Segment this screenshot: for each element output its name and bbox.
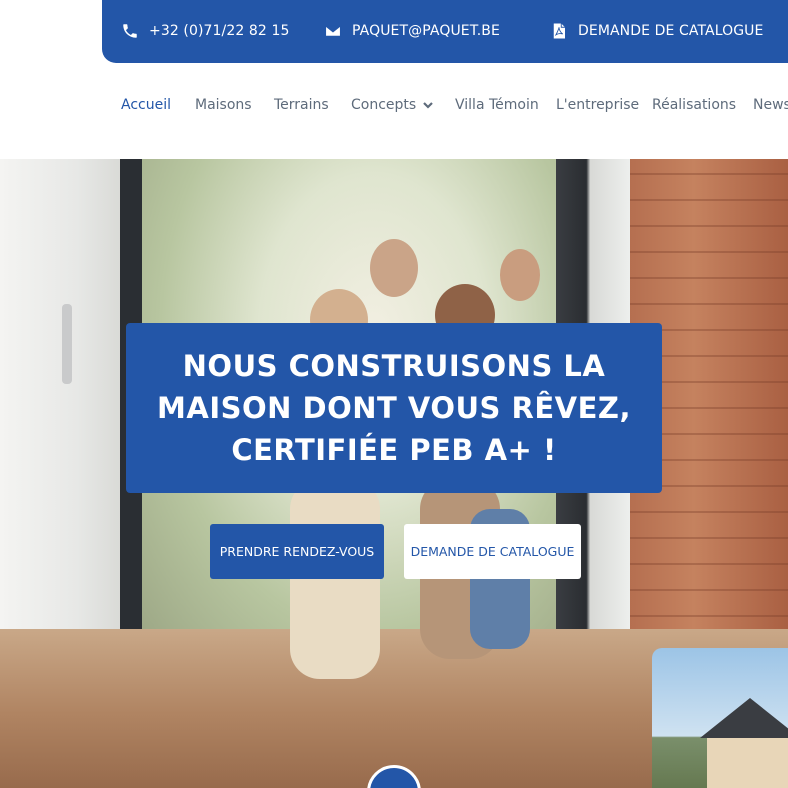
phone-number: +32 (0)71/22 82 15 <box>149 23 290 39</box>
nav-item-villa-temoin[interactable]: Villa Témoin <box>455 97 539 113</box>
hero-headline-box: NOUS CONSTRUISONS LA MAISON DONT VOUS RÊ… <box>126 323 662 493</box>
nav-label: Maisons <box>195 97 252 113</box>
phone-link[interactable]: +32 (0)71/22 82 15 <box>121 22 290 40</box>
nav-item-entreprise[interactable]: L'entreprise <box>556 97 639 113</box>
catalog-label: DEMANDE DE CATALOGUE <box>578 23 764 39</box>
nav-item-terrains[interactable]: Terrains <box>274 97 329 113</box>
envelope-icon <box>324 25 342 37</box>
nav-item-realisations[interactable]: Réalisations <box>652 97 736 113</box>
nav-item-news[interactable]: News <box>753 97 788 113</box>
headline-line: CERTIFIÉE PEB A+ ! <box>231 433 557 467</box>
nav-label: Concepts <box>351 97 417 113</box>
hero-section: NOUS CONSTRUISONS LA MAISON DONT VOUS RÊ… <box>0 159 788 788</box>
headline-line: NOUS CONSTRUISONS LA <box>182 349 606 383</box>
nav-label: Accueil <box>121 97 171 113</box>
headline-line: MAISON DONT VOUS RÊVEZ, <box>157 391 631 425</box>
nav-item-accueil[interactable]: Accueil <box>121 97 171 113</box>
house-roof <box>700 698 788 738</box>
phone-icon <box>123 24 137 38</box>
catalog-request-button[interactable]: DEMANDE DE CATALOGUE <box>404 524 581 579</box>
door-handle <box>62 304 72 384</box>
catalog-link[interactable]: DEMANDE DE CATALOGUE <box>550 22 763 40</box>
house-thumbnail-image[interactable] <box>652 648 788 788</box>
email-address: PAQUET@PAQUET.BE <box>352 23 500 39</box>
email-link[interactable]: PAQUET@PAQUET.BE <box>324 22 500 40</box>
nav-label: Terrains <box>274 97 329 113</box>
house-wall <box>707 738 788 788</box>
contact-bar: +32 (0)71/22 82 15 PAQUET@PAQUET.BE DEMA… <box>102 0 788 63</box>
pdf-file-icon <box>553 23 565 39</box>
hero-headline: NOUS CONSTRUISONS LA MAISON DONT VOUS RÊ… <box>157 345 631 471</box>
nav-item-maisons[interactable]: Maisons <box>195 97 252 113</box>
main-nav: Accueil Maisons Terrains Concepts Villa … <box>0 63 788 159</box>
chevron-down-icon <box>423 102 433 109</box>
nav-label: L'entreprise <box>556 97 640 113</box>
nav-label: Villa Témoin <box>455 97 539 113</box>
nav-item-concepts[interactable]: Concepts <box>351 97 434 113</box>
nav-label: Réalisations <box>652 97 737 113</box>
appointment-button[interactable]: PRENDRE RENDEZ-VOUS <box>210 524 384 579</box>
nav-label: News <box>753 97 788 113</box>
